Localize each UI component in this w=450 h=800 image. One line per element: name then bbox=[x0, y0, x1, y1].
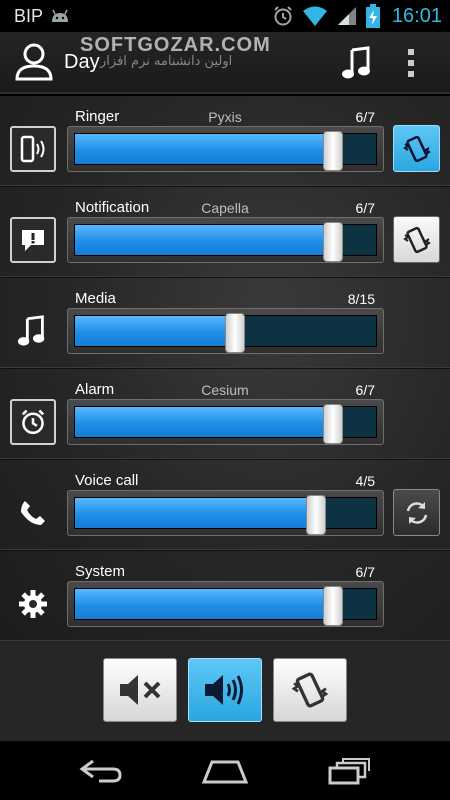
stream-row-alarm: Alarm Cesium 6/7 bbox=[0, 369, 450, 460]
vibrate-icon bbox=[291, 672, 329, 708]
stream-row-notification: Notification Capella 6/7 bbox=[0, 187, 450, 278]
notification-icon[interactable] bbox=[10, 217, 56, 263]
stream-count: 6/7 bbox=[355, 564, 375, 580]
stream-label: Notification bbox=[75, 199, 150, 216]
carrier-name: BIP bbox=[14, 5, 44, 26]
stream-count: 6/7 bbox=[355, 200, 375, 216]
stream-label: Voice call bbox=[75, 472, 139, 489]
slider-thumb[interactable] bbox=[322, 131, 343, 171]
vibrate-icon bbox=[402, 135, 431, 162]
notification-volume-slider[interactable] bbox=[67, 217, 384, 263]
system-volume-slider[interactable] bbox=[67, 581, 384, 627]
slider-thumb[interactable] bbox=[225, 313, 246, 353]
slider-thumb[interactable] bbox=[322, 586, 343, 626]
vibrate-icon bbox=[402, 226, 431, 253]
overflow-menu-icon[interactable] bbox=[402, 46, 420, 80]
mute-speaker-icon bbox=[120, 675, 161, 705]
alarm-volume-slider[interactable] bbox=[67, 399, 384, 445]
back-icon[interactable] bbox=[79, 758, 123, 784]
stream-row-ringer: Ringer Pyxis 6/7 bbox=[0, 96, 450, 187]
gear-icon[interactable] bbox=[10, 581, 56, 627]
sync-icon bbox=[406, 501, 427, 524]
stream-row-media: Media 8/15 bbox=[0, 278, 450, 369]
watermark-subtitle: اولین دانشنامه نرم افزار bbox=[100, 54, 233, 69]
silent-mode-button[interactable] bbox=[103, 658, 177, 722]
clock: 16:01 bbox=[391, 4, 442, 27]
notification-vibrate-toggle[interactable] bbox=[393, 216, 440, 263]
stream-sound-name[interactable]: Pyxis bbox=[145, 109, 305, 125]
stream-label: Ringer bbox=[75, 108, 120, 125]
stream-count: 6/7 bbox=[355, 109, 375, 125]
ringer-mode-bar bbox=[0, 641, 450, 741]
ringer-volume-slider[interactable] bbox=[67, 126, 384, 172]
slider-thumb[interactable] bbox=[305, 495, 326, 535]
battery-charging-icon bbox=[365, 4, 380, 28]
vibrate-mode-button[interactable] bbox=[273, 658, 347, 722]
stream-count: 6/7 bbox=[355, 382, 375, 398]
status-bar: BIP 16:01 bbox=[0, 0, 450, 32]
recent-apps-icon[interactable] bbox=[327, 757, 371, 785]
music-note-icon[interactable] bbox=[342, 46, 374, 80]
speaker-icon bbox=[205, 675, 243, 705]
stream-row-voice-call: Voice call 4/5 bbox=[0, 460, 450, 551]
home-icon[interactable] bbox=[201, 758, 249, 784]
ringer-vibrate-toggle[interactable] bbox=[393, 125, 440, 172]
sound-mode-button[interactable] bbox=[188, 658, 262, 722]
stream-label: Media bbox=[75, 290, 116, 307]
navigation-bar bbox=[0, 741, 450, 800]
media-volume-slider[interactable] bbox=[67, 308, 384, 354]
voice-call-sync-toggle[interactable] bbox=[393, 489, 440, 536]
signal-icon bbox=[337, 7, 356, 25]
android-robot-icon bbox=[52, 9, 69, 22]
music-note-icon[interactable] bbox=[10, 308, 56, 354]
stream-sound-name[interactable]: Capella bbox=[145, 200, 305, 216]
wifi-icon bbox=[302, 6, 327, 26]
slider-thumb[interactable] bbox=[322, 404, 343, 444]
volume-streams: Ringer Pyxis 6/7 Notification Capella 6/… bbox=[0, 96, 450, 642]
stream-row-system: System 6/7 bbox=[0, 551, 450, 642]
action-bar: Day SOFTGOZAR.COM اولین دانشنامه نرم افز… bbox=[0, 32, 450, 94]
stream-count: 4/5 bbox=[355, 473, 375, 489]
stream-sound-name[interactable]: Cesium bbox=[145, 382, 305, 398]
stream-label: System bbox=[75, 563, 126, 580]
profile-icon[interactable] bbox=[12, 42, 56, 82]
slider-thumb[interactable] bbox=[322, 222, 343, 262]
alarm-clock-icon[interactable] bbox=[10, 399, 56, 445]
alarm-clock-icon bbox=[274, 6, 292, 26]
ringer-icon[interactable] bbox=[10, 126, 56, 172]
stream-count: 8/15 bbox=[347, 291, 375, 307]
voice-call-volume-slider[interactable] bbox=[67, 490, 384, 536]
phone-icon[interactable] bbox=[10, 490, 56, 536]
stream-label: Alarm bbox=[75, 381, 115, 398]
